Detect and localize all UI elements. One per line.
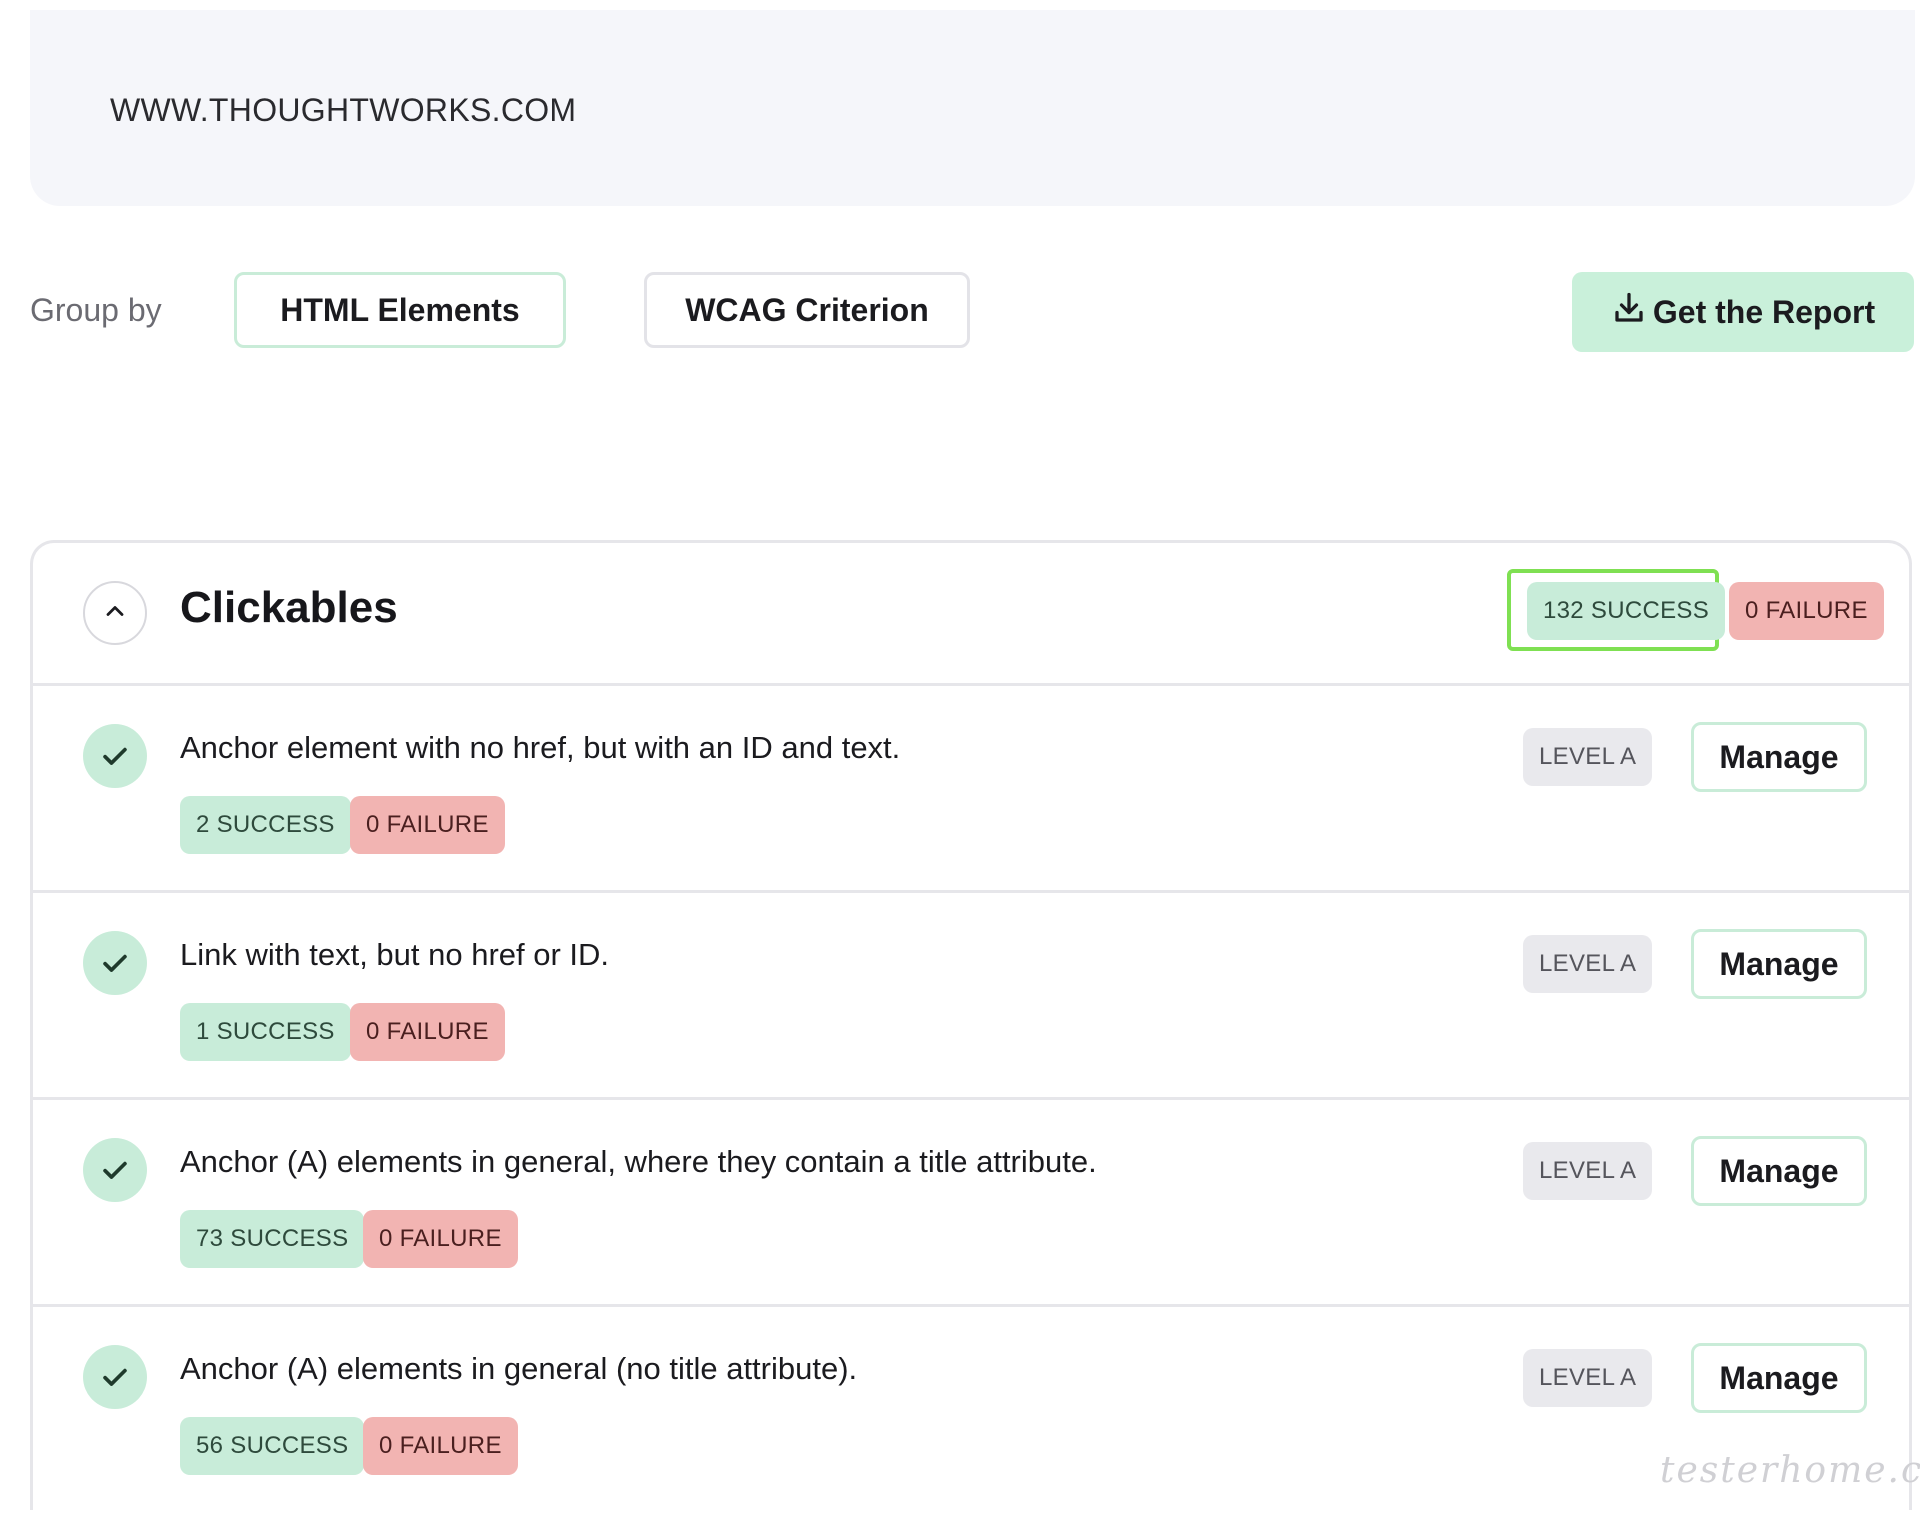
manage-button[interactable]: Manage	[1691, 1343, 1867, 1413]
level-badge: LEVEL A	[1523, 935, 1653, 993]
collapse-button[interactable]	[83, 581, 147, 645]
manage-button[interactable]: Manage	[1691, 929, 1867, 999]
rule-failure-badge: 0 FAILURE	[363, 1210, 518, 1268]
check-icon	[83, 1345, 147, 1409]
rule-success-badge: 73 SUCCESS	[180, 1210, 365, 1268]
watermark: testerhome.com	[1660, 1450, 1920, 1491]
manage-button[interactable]: Manage	[1691, 1136, 1867, 1206]
rule-success-badge: 1 SUCCESS	[180, 1003, 351, 1061]
level-badge: LEVEL A	[1523, 728, 1653, 786]
level-badge: LEVEL A	[1523, 1349, 1653, 1407]
chevron-up-icon	[101, 597, 129, 630]
rule-row: Link with text, but no href or ID. 1 SUC…	[33, 893, 1909, 1100]
clickables-section: Clickables 132 SUCCESS 0 FAILURE Anchor …	[30, 540, 1912, 1510]
check-icon	[83, 1138, 147, 1202]
check-icon	[83, 931, 147, 995]
rule-failure-badge: 0 FAILURE	[363, 1417, 518, 1475]
section-failure-badge: 0 FAILURE	[1729, 582, 1884, 640]
group-by-wcag-criterion-button[interactable]: WCAG Criterion	[644, 272, 970, 348]
rule-row: Anchor (A) elements in general, where th…	[33, 1100, 1909, 1307]
manage-button[interactable]: Manage	[1691, 722, 1867, 792]
rule-title: Anchor (A) elements in general (no title…	[180, 1351, 858, 1386]
rule-failure-badge: 0 FAILURE	[350, 1003, 505, 1061]
download-icon	[1611, 290, 1647, 334]
rule-title: Anchor element with no href, but with an…	[180, 730, 901, 765]
rule-row: Anchor (A) elements in general (no title…	[33, 1307, 1909, 1510]
section-header: Clickables 132 SUCCESS 0 FAILURE	[33, 543, 1909, 686]
rule-success-badge: 2 SUCCESS	[180, 796, 351, 854]
rule-title: Anchor (A) elements in general, where th…	[180, 1144, 1097, 1179]
rule-title: Link with text, but no href or ID.	[180, 937, 610, 972]
page: WWW.THOUGHTWORKS.COM Group by HTML Eleme…	[0, 0, 1920, 1520]
section-success-badge: 132 SUCCESS	[1527, 582, 1726, 640]
group-by-label: Group by	[30, 292, 162, 328]
get-report-button[interactable]: Get the Report	[1572, 272, 1914, 352]
site-header: WWW.THOUGHTWORKS.COM	[30, 10, 1915, 206]
section-title: Clickables	[180, 583, 398, 632]
check-icon	[83, 724, 147, 788]
rule-failure-badge: 0 FAILURE	[350, 796, 505, 854]
get-report-label: Get the Report	[1652, 293, 1876, 330]
site-url: WWW.THOUGHTWORKS.COM	[110, 92, 577, 128]
rule-row: Anchor element with no href, but with an…	[33, 686, 1909, 893]
rule-success-badge: 56 SUCCESS	[180, 1417, 365, 1475]
group-by-html-elements-button[interactable]: HTML Elements	[234, 272, 566, 348]
level-badge: LEVEL A	[1523, 1142, 1653, 1200]
